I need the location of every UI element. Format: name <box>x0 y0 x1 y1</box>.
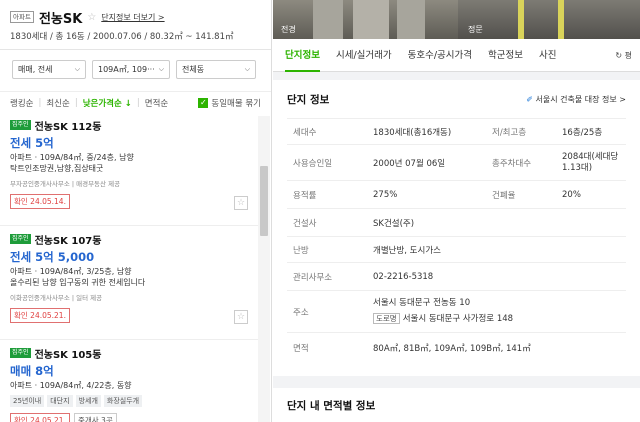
sort-bar: 랭킹순 | 최신순 | 낮은가격순 ↓ | 면적순 ✓ 동일매물 묶기 <box>10 97 261 109</box>
same-listing-toggle[interactable]: ✓ 동일매물 묶기 <box>198 97 261 109</box>
checkbox-checked-icon[interactable]: ✓ <box>198 98 209 108</box>
listing-desc: 탁트인조망권,남향,집상태굿 <box>10 164 104 173</box>
listing-price: 전세 5억 <box>10 136 54 150</box>
listing-name: 전농SK 105동 <box>34 349 102 361</box>
complex-header: 아파트 전농SK ☆ 단지정보 더보기 > 1830세대 / 총 16동 / 2… <box>0 0 271 50</box>
feature-chip: 25년이내 <box>10 395 45 407</box>
photo-strip[interactable]: 전경 정문 <box>273 0 640 39</box>
photo-overview[interactable]: 전경 <box>273 0 458 39</box>
complex-title: 전농SK <box>38 11 83 27</box>
complex-info-table: 세대수 1830세대(총16개동) 저/최고층 16층/25층 사용승인일 20… <box>287 118 626 363</box>
complex-info-more-link[interactable]: 단지정보 더보기 > <box>101 12 164 23</box>
area-select[interactable]: 109A㎡, 109··· ⌵ <box>92 60 170 79</box>
listing-list: 집주인 전농SK 112동 전세 5억 아파트 · 109A/84㎡, 중/24… <box>0 116 258 422</box>
favorite-star-icon[interactable]: ☆ <box>87 12 96 23</box>
scrollbar[interactable] <box>258 116 270 422</box>
complex-summary: 1830세대 / 총 16동 / 2000.07.06 / 80.32㎡ ~ 1… <box>10 32 234 42</box>
photo-label: 전경 <box>281 25 296 34</box>
sort-ranking[interactable]: 랭킹순 <box>10 97 33 109</box>
owner-tag: 집주인 <box>10 234 31 244</box>
photo-gate[interactable]: 정문 <box>458 0 640 39</box>
feature-chip: 화장실두개 <box>103 395 143 407</box>
confirm-date: 확인 24.05.14. <box>10 194 70 209</box>
section-title: 단지 정보 <box>287 93 330 106</box>
tab-complex-info[interactable]: 단지정보 <box>285 39 320 72</box>
road-name-badge: 도로명 <box>373 313 400 324</box>
listing-agent: 이화공인중개사사무소 | 일터 제공 <box>10 294 103 302</box>
sort-latest[interactable]: 최신순 <box>46 97 69 109</box>
feature-chip: 대단지 <box>47 395 73 407</box>
confirm-date: 확인 24.05.21. <box>10 308 70 323</box>
listing-spec: 아파트 · 109A/84㎡, 3/25층, 남향 <box>10 267 132 276</box>
tab-price[interactable]: 시세/실거래가 <box>336 39 392 72</box>
filter-bar: 매매, 전세 ⌵ 109A㎡, 109··· ⌵ 전체동 ⌵ <box>0 50 271 92</box>
list-item[interactable]: 집주인 전농SK 107동 전세 5억 5,000 아파트 · 109A/84㎡… <box>0 230 258 340</box>
feature-chip: 방세개 <box>75 395 101 407</box>
building-register-link[interactable]: ✐ 서울시 건축물 대장 정보 > <box>526 94 626 105</box>
listing-price: 매매 8억 <box>10 364 54 378</box>
listing-spec: 아파트 · 109A/84㎡, 4/22층, 동향 <box>10 381 132 390</box>
type-badge: 아파트 <box>10 11 34 23</box>
owner-tag: 집주인 <box>10 348 31 358</box>
agent-count-button[interactable]: 중개사 3곳 <box>73 413 117 422</box>
complex-info-section: 단지 정보 ✐ 서울시 건축물 대장 정보 > 세대수 1830세대(총16개동… <box>273 80 640 376</box>
tab-unit[interactable]: 동호수/공시가격 <box>408 39 472 72</box>
sort-area[interactable]: 면적순 <box>145 97 168 109</box>
listing-panel: 아파트 전농SK ☆ 단지정보 더보기 > 1830세대 / 총 16동 / 2… <box>0 0 272 422</box>
list-item[interactable]: 집주인 전농SK 105동 매매 8억 아파트 · 109A/84㎡, 4/22… <box>0 344 258 422</box>
section-title: 단지 내 면적별 정보 <box>287 400 376 412</box>
photo-label: 정문 <box>468 25 483 34</box>
map-pin-icon: ✐ <box>526 94 533 104</box>
listing-price: 전세 5억 5,000 <box>10 250 95 264</box>
unit-toggle[interactable]: ↻ 평 <box>615 50 632 61</box>
listing-spec: 아파트 · 109A/84㎡, 중/24층, 남향 <box>10 153 134 162</box>
listing-name: 전농SK 107동 <box>34 235 102 247</box>
tab-photo[interactable]: 사진 <box>539 39 556 72</box>
sort-low-price[interactable]: 낮은가격순 ↓ <box>83 97 132 109</box>
owner-tag: 집주인 <box>10 120 31 130</box>
list-item[interactable]: 집주인 전농SK 112동 전세 5억 아파트 · 109A/84㎡, 중/24… <box>0 116 258 226</box>
chevron-down-icon: ⌵ <box>158 65 164 73</box>
area-info-section: 단지 내 면적별 정보 <box>273 388 640 422</box>
chevron-down-icon: ⌵ <box>244 65 250 73</box>
building-select[interactable]: 전체동 ⌵ <box>176 60 256 79</box>
confirm-date: 확인 24.05.21. <box>10 413 70 422</box>
favorite-star-icon[interactable]: ☆ <box>234 310 248 324</box>
complex-detail-panel: 전경 정문 단지정보 시세/실거래가 동호수/공시가격 학군정보 사진 ↻ 평 … <box>273 0 640 422</box>
listing-agent: 부자공인중개사사무소 | 매경부동산 제공 <box>10 180 121 188</box>
chevron-down-icon: ⌵ <box>74 65 80 73</box>
favorite-star-icon[interactable]: ☆ <box>234 196 248 210</box>
feature-chips: 25년이내 대단지 방세개 화장실두개 <box>10 395 248 407</box>
listing-desc: 올수리된 남향 입구동의 귀한 전세입니다 <box>10 278 146 287</box>
scroll-thumb[interactable] <box>260 166 268 236</box>
detail-tabs: 단지정보 시세/실거래가 동호수/공시가격 학군정보 사진 ↻ 평 <box>273 39 640 72</box>
trade-type-select[interactable]: 매매, 전세 ⌵ <box>12 60 86 79</box>
tab-school[interactable]: 학군정보 <box>488 39 523 72</box>
listing-name: 전농SK 112동 <box>34 121 102 133</box>
